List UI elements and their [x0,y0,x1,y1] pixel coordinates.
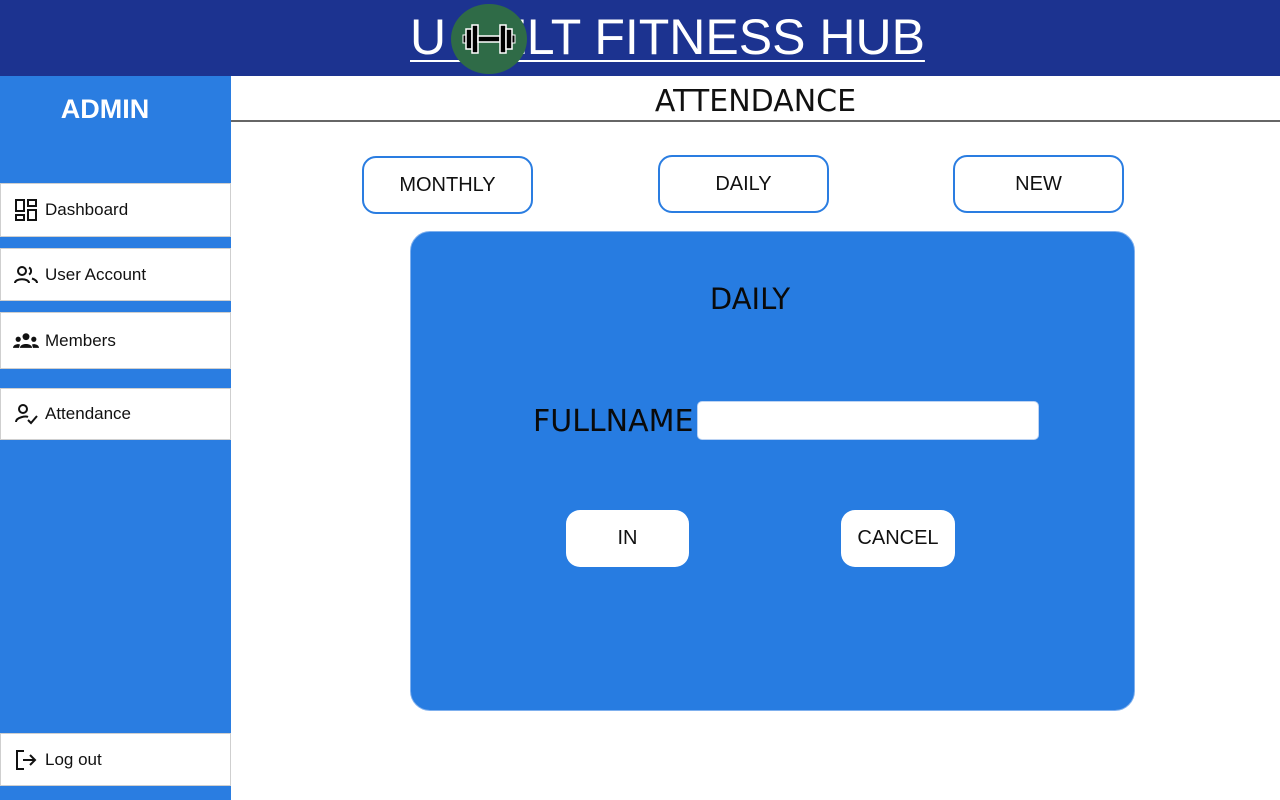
monthly-tab-button[interactable]: MONTHLY [362,156,533,214]
user-account-icon [13,262,39,288]
sidebar-item-label: Members [45,330,116,350]
sidebar-item-members[interactable]: Members [0,312,231,369]
dumbbell-icon [451,4,527,74]
panel-title: DAILY [709,282,791,316]
sidebar-item-label: User Account [45,264,147,284]
title-divider [231,120,1280,122]
daily-tab-button[interactable]: DAILY [658,155,829,213]
sidebar-item-label: Attendance [45,404,132,423]
page-title: ATTENDANCE [654,84,857,119]
dashboard-icon [13,197,39,223]
logout-icon [13,747,39,773]
in-button[interactable]: IN [566,510,689,567]
new-tab-button[interactable]: NEW [953,155,1124,213]
fullname-input[interactable] [697,401,1039,440]
sidebar-item-attendance[interactable]: Attendance [0,388,231,440]
role-label: ADMIN [60,94,150,124]
sidebar-item-label: Dashboard [45,200,129,219]
logout-label: Log out [45,749,102,769]
cancel-button[interactable]: CANCEL [841,510,955,567]
logout-button[interactable]: Log out [0,733,231,786]
members-icon [13,328,39,354]
daily-attendance-panel: DAILY FULLNAME: IN CANCEL [410,231,1135,711]
fullname-label: FULLNAME: [533,404,704,439]
attendance-icon [13,401,39,427]
app-header: U BELT FITNESS HUB [0,0,1280,76]
sidebar-item-user-account[interactable]: User Account [0,248,231,301]
sidebar-item-dashboard[interactable]: Dashboard [0,183,231,237]
